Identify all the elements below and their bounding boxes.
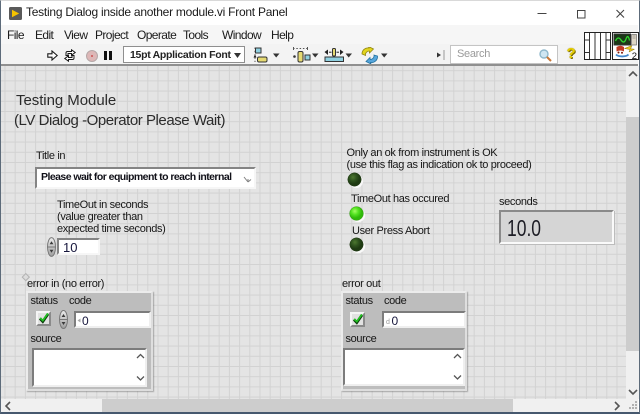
svg-text:2: 2 — [632, 50, 637, 59]
svg-text:d: d — [386, 319, 390, 325]
